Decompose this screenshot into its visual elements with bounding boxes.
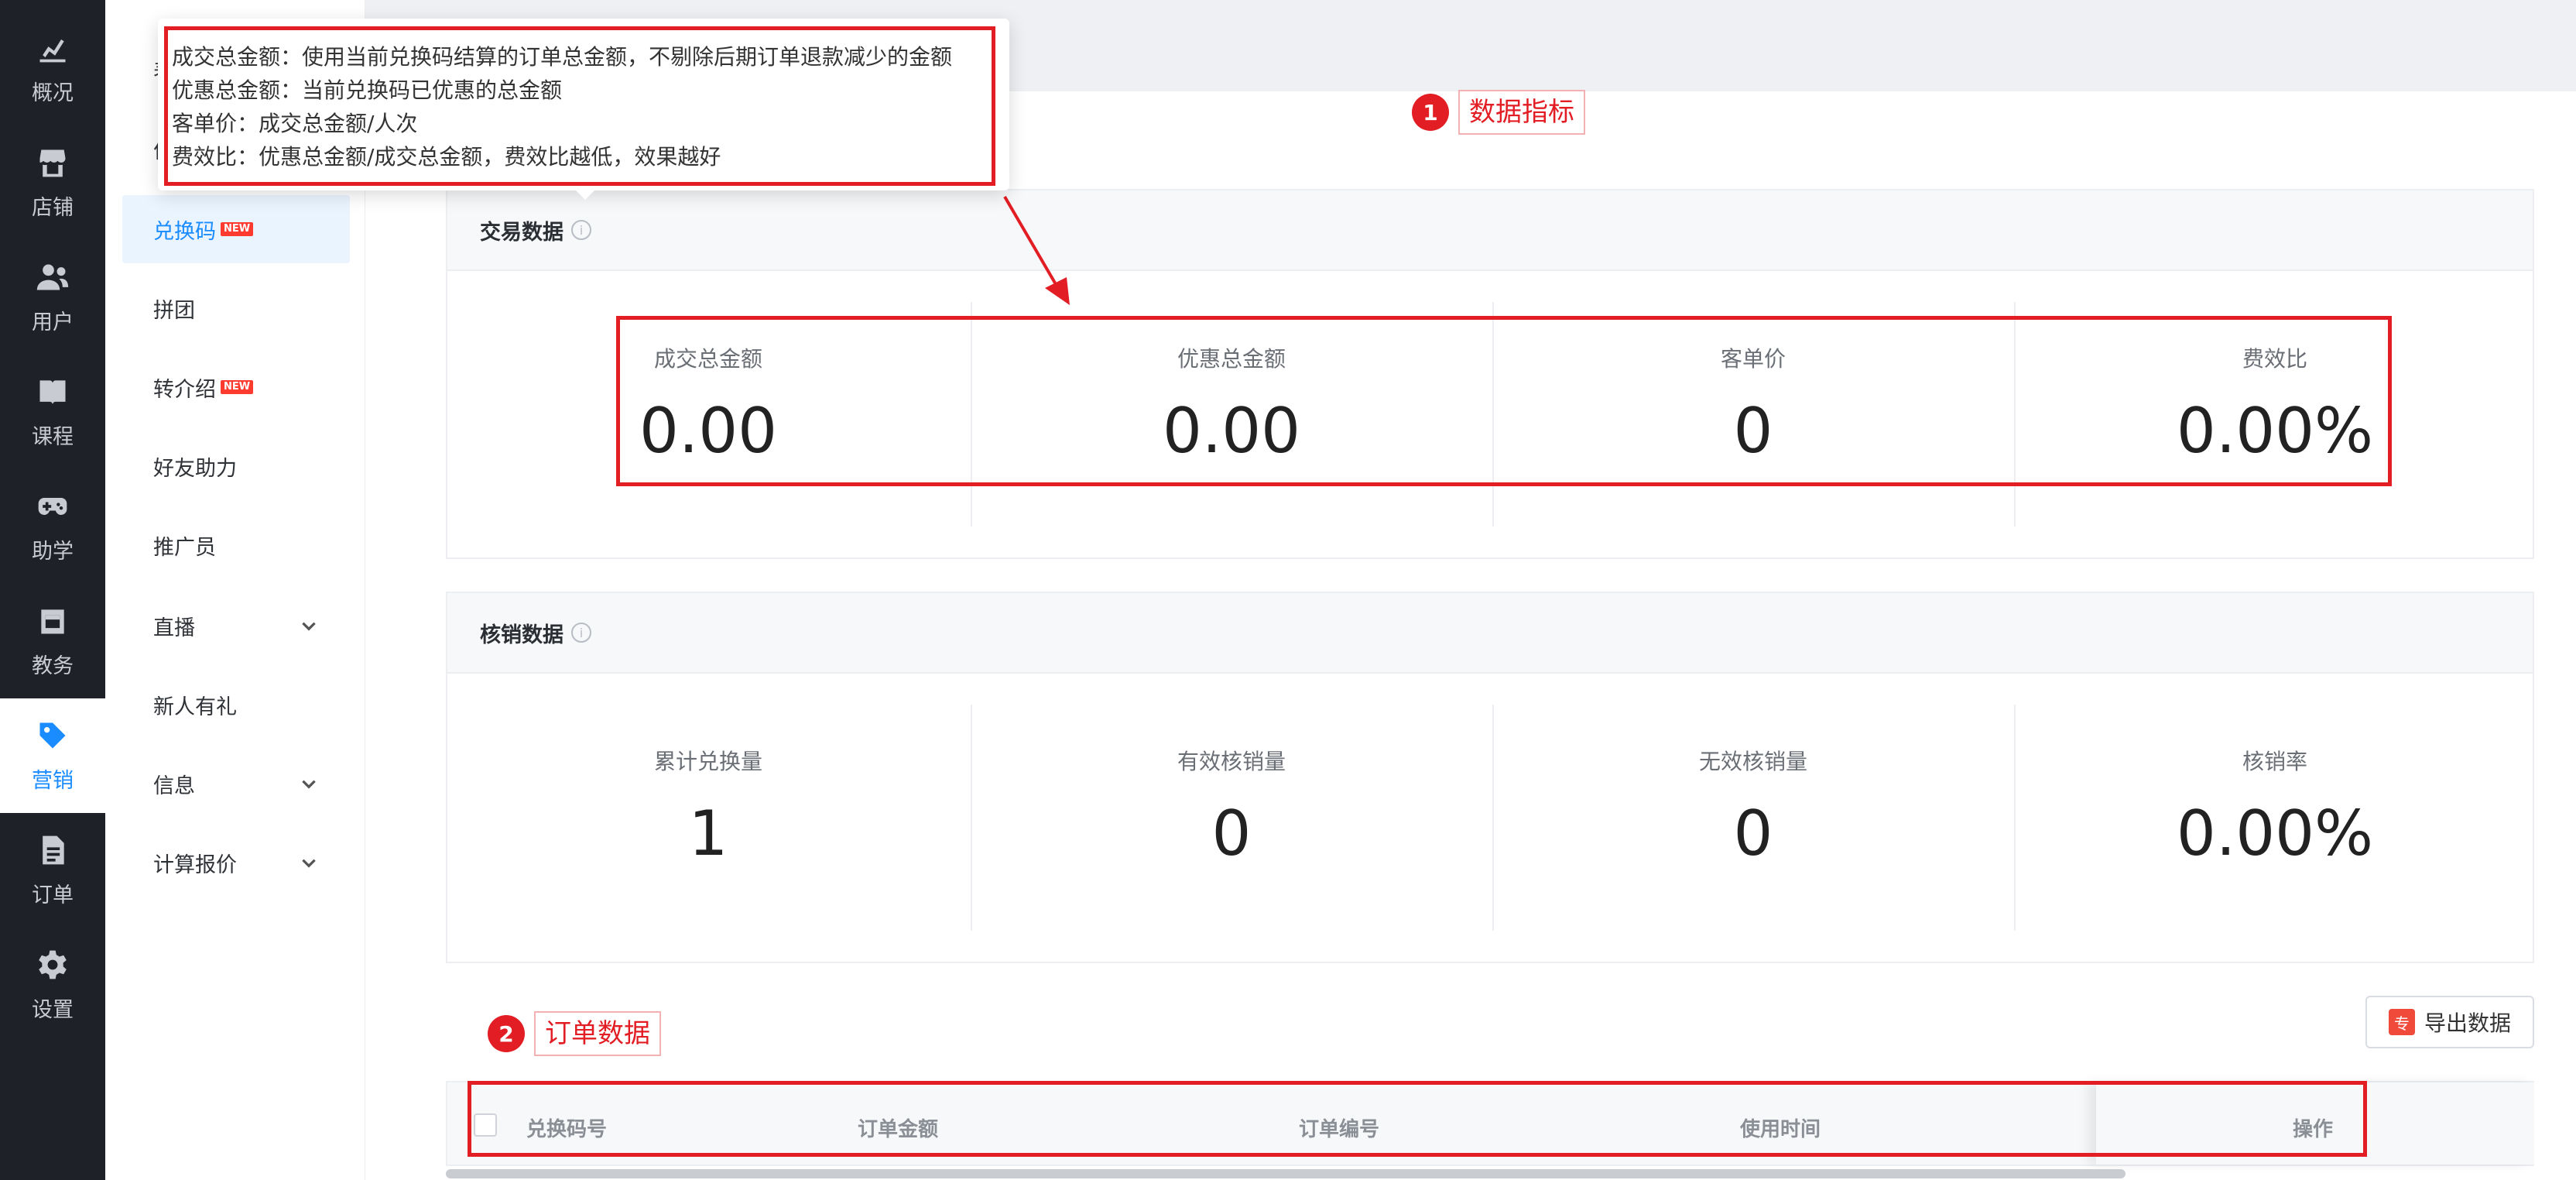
tag-icon xyxy=(39,722,66,748)
new-badge: NEW xyxy=(221,222,254,236)
nav-label: 设置 xyxy=(32,997,74,1022)
nav-item-study[interactable]: 助学 xyxy=(0,469,105,584)
annotation-box-table xyxy=(468,1081,2367,1157)
nav-item-users[interactable]: 用户 xyxy=(0,240,105,355)
nav-label: 概况 xyxy=(32,81,74,105)
annotation-text: 订单数据 xyxy=(534,1011,661,1056)
annotation-number: 1 xyxy=(1412,94,1449,131)
metric-valid-writeoff: 有效核销量 0 xyxy=(971,674,1492,962)
metric-value: 1 xyxy=(688,798,728,870)
redeem-data-card: 核销数据 i 累计兑换量 1 有效核销量 0 无效核销量 0 核销率 0.00% xyxy=(446,592,2534,963)
export-icon: 专 xyxy=(2388,1009,2415,1035)
primary-nav: 概况 店铺 用户 课程 助学 教务 营销 订单 设置 xyxy=(0,0,105,1180)
submenu-item-quote[interactable]: 计算报价 xyxy=(122,828,350,897)
annotation-box-metrics xyxy=(616,316,2392,486)
store-icon xyxy=(39,149,66,177)
chevron-down-icon xyxy=(299,852,319,873)
nav-label: 用户 xyxy=(32,310,74,334)
metric-value: 0 xyxy=(1733,798,1773,870)
nav-item-courses[interactable]: 课程 xyxy=(0,355,105,469)
card-title: 交易数据 xyxy=(480,220,564,245)
metric-label: 累计兑换量 xyxy=(653,749,762,774)
metric-label: 有效核销量 xyxy=(1177,749,1286,774)
tooltip-arrow xyxy=(574,189,596,200)
metric-total-redeemed: 累计兑换量 1 xyxy=(447,674,969,962)
card-header: 交易数据 i xyxy=(447,190,2533,271)
metric-value: 0.00% xyxy=(2176,798,2374,870)
nav-item-settings[interactable]: 设置 xyxy=(0,928,105,1042)
users-icon xyxy=(36,264,69,290)
annotation-number: 2 xyxy=(488,1015,525,1052)
nav-label: 订单 xyxy=(32,883,74,907)
submenu-label: 拼团 xyxy=(153,298,195,323)
submenu-label: 转介绍 xyxy=(153,377,216,402)
submenu-label: 兑换码 xyxy=(153,219,216,244)
chevron-down-icon xyxy=(299,774,319,794)
annotation-box-tooltip xyxy=(164,26,995,186)
submenu-item-live[interactable]: 直播 xyxy=(122,592,350,660)
nav-label: 课程 xyxy=(32,424,74,449)
nav-item-academic[interactable]: 教务 xyxy=(0,584,105,698)
gear-icon xyxy=(39,950,67,979)
annotation-label-1: 1 数据指标 xyxy=(1412,90,1585,135)
card-title: 核销数据 xyxy=(480,623,564,647)
submenu-label: 好友助力 xyxy=(153,456,237,481)
nav-label: 营销 xyxy=(32,768,74,793)
info-icon[interactable]: i xyxy=(571,623,591,643)
metric-label: 核销率 xyxy=(2242,749,2307,774)
metrics-row: 累计兑换量 1 有效核销量 0 无效核销量 0 核销率 0.00% xyxy=(447,674,2533,962)
nav-label: 教务 xyxy=(32,653,74,678)
metric-writeoff-rate: 核销率 0.00% xyxy=(2014,674,2536,962)
metric-label: 无效核销量 xyxy=(1698,749,1807,774)
export-data-button[interactable]: 专 导出数据 xyxy=(2365,996,2534,1048)
nav-label: 助学 xyxy=(32,539,74,564)
nav-label: 店铺 xyxy=(32,195,74,220)
export-label: 导出数据 xyxy=(2424,1010,2511,1036)
metric-invalid-writeoff: 无效核销量 0 xyxy=(1492,674,2014,962)
nav-item-store[interactable]: 店铺 xyxy=(0,125,105,240)
new-badge: NEW xyxy=(221,380,254,394)
submenu-item-redeem-code[interactable]: 兑换码 NEW xyxy=(122,195,350,263)
annotation-arrow-icon xyxy=(1003,195,1070,305)
chart-icon xyxy=(39,39,66,62)
submenu-label: 信息 xyxy=(153,774,195,798)
horizontal-scrollbar[interactable] xyxy=(446,1169,2126,1178)
submenu-label: 新人有礼 xyxy=(153,695,237,719)
submenu-label: 计算报价 xyxy=(153,852,237,877)
gamepad-icon xyxy=(38,497,67,515)
nav-item-overview[interactable]: 概况 xyxy=(0,11,105,125)
annotation-text: 数据指标 xyxy=(1458,90,1585,135)
nav-item-marketing[interactable]: 营销 xyxy=(0,698,105,813)
submenu-item-info[interactable]: 信息 xyxy=(122,750,350,818)
annotation-label-2: 2 订单数据 xyxy=(488,1011,661,1056)
submenu-label: 推广员 xyxy=(153,535,216,560)
document-icon xyxy=(43,835,64,864)
calendar-icon xyxy=(41,609,64,633)
chevron-down-icon xyxy=(299,616,319,636)
nav-item-orders[interactable]: 订单 xyxy=(0,813,105,928)
submenu-label: 直播 xyxy=(153,616,195,640)
book-icon xyxy=(39,379,66,404)
info-icon[interactable]: i xyxy=(571,220,591,240)
metric-value: 0 xyxy=(1211,798,1252,870)
card-header: 核销数据 i xyxy=(447,593,2533,674)
